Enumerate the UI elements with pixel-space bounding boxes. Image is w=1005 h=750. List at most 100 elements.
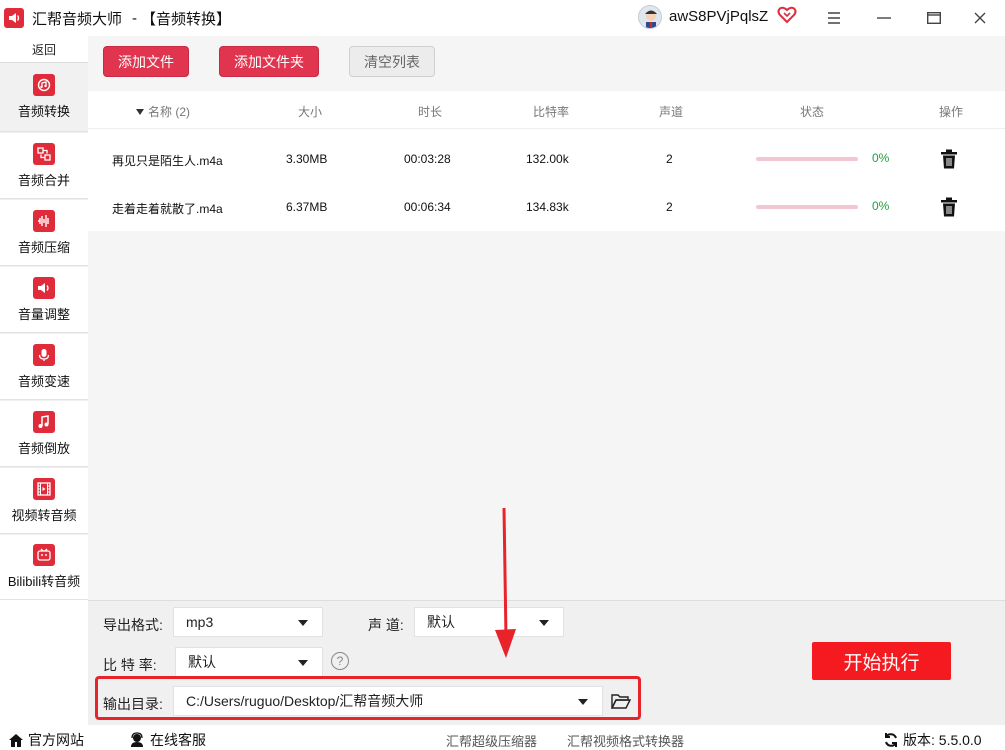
back-button[interactable]: 返回 xyxy=(0,36,88,63)
channel-label: 声 道: xyxy=(368,617,404,633)
minimize-icon[interactable] xyxy=(870,4,898,32)
official-site-link[interactable]: 官方网站 xyxy=(8,730,84,750)
username[interactable]: awS8PVjPqlsZ xyxy=(669,8,768,25)
sidebar: 返回 音频转换 音频合并 音频压缩 音量调整 音频变速 音频倒放 视频转音频 B… xyxy=(0,36,88,600)
annotation-highlight-box xyxy=(95,676,641,720)
file-name: 再见只是陌生人.m4a xyxy=(112,154,223,168)
bitrate-label: 比 特 率: xyxy=(103,657,157,673)
refresh-icon xyxy=(885,733,897,747)
trash-icon[interactable] xyxy=(940,149,958,169)
start-button[interactable]: 开始执行 xyxy=(812,642,951,680)
progress-percent: 0% xyxy=(872,151,890,165)
audio-compress-icon xyxy=(33,209,55,232)
file-channels: 2 xyxy=(666,200,673,214)
sidebar-item-audio-reverse[interactable]: 音频倒放 xyxy=(0,401,88,467)
sidebar-item-label: 视频转音频 xyxy=(11,507,77,523)
sidebar-item-audio-speed[interactable]: 音频变速 xyxy=(0,334,88,400)
trash-icon[interactable] xyxy=(940,197,958,217)
sort-caret-icon xyxy=(136,108,144,115)
sidebar-item-video-to-audio[interactable]: 视频转音频 xyxy=(0,468,88,534)
music-note-icon xyxy=(33,410,55,433)
column-header-duration: 时长 xyxy=(418,105,443,119)
audio-merge-icon xyxy=(33,142,55,165)
column-header-channels: 声道 xyxy=(659,105,684,119)
column-header-name-label: 名称 (2) xyxy=(148,105,191,119)
maximize-icon[interactable] xyxy=(920,4,948,32)
online-service-link[interactable]: 在线客服 xyxy=(129,730,206,750)
compressor-link[interactable]: 汇帮超级压缩器 xyxy=(446,731,537,750)
footer: 官方网站 在线客服 汇帮超级压缩器 汇帮视频格式转换器 版本: 5.5.0.0 xyxy=(0,725,1005,750)
version-label: 版本: 5.5.0.0 xyxy=(903,732,982,748)
support-agent-icon xyxy=(131,732,143,747)
channel-value: 默认 xyxy=(427,614,455,630)
sidebar-item-label: 音频压缩 xyxy=(17,239,70,255)
column-header-status: 状态 xyxy=(800,105,825,119)
format-select[interactable]: mp3 xyxy=(173,607,323,637)
sidebar-item-bilibili-to-audio[interactable]: Bilibili转音频 xyxy=(0,535,88,600)
file-size: 6.37MB xyxy=(286,200,328,214)
sidebar-item-audio-merge[interactable]: 音频合并 xyxy=(0,133,88,199)
file-bitrate: 132.00k xyxy=(526,152,569,166)
volume-icon xyxy=(33,276,55,299)
channel-select[interactable]: 默认 xyxy=(414,607,564,637)
table-row[interactable]: 走着走着就散了.m4a 6.37MB 00:06:34 134.83k 2 0% xyxy=(88,184,1005,232)
sidebar-item-label: 音频倒放 xyxy=(17,440,70,456)
official-site-label: 官方网站 xyxy=(28,732,84,748)
output-settings: 导出格式: mp3 声 道: 默认 比 特 率: 默认 ? 输出目录: C:/U… xyxy=(88,600,1005,725)
add-folder-button[interactable]: 添加文件夹 xyxy=(219,46,319,77)
bitrate-select[interactable]: 默认 xyxy=(175,647,323,677)
table-row[interactable]: 再见只是陌生人.m4a 3.30MB 00:03:28 132.00k 2 0% xyxy=(88,136,1005,184)
format-label: 导出格式: xyxy=(103,617,163,633)
table-header: 名称 (2) 大小 时长 比特率 声道 状态 操作 xyxy=(88,91,1005,129)
file-channels: 2 xyxy=(666,152,673,166)
audio-convert-icon xyxy=(33,74,55,96)
home-icon xyxy=(9,733,23,747)
annotation-arrow xyxy=(495,508,516,658)
page-title: 【音频转换】 xyxy=(141,10,232,28)
sidebar-item-audio-compress[interactable]: 音频压缩 xyxy=(0,200,88,266)
title-bar: 汇帮音频大师 - 【音频转换】 awS8PVjPqlsZ xyxy=(0,0,1005,36)
online-service-label: 在线客服 xyxy=(150,732,206,748)
progress-bar xyxy=(756,205,858,209)
column-header-bitrate: 比特率 xyxy=(533,105,570,119)
title-separator: - xyxy=(132,9,138,27)
sidebar-item-label: 音量调整 xyxy=(17,306,70,322)
progress-bar xyxy=(756,157,858,161)
file-name: 走着走着就散了.m4a xyxy=(112,202,223,216)
app-logo-icon xyxy=(4,8,24,28)
file-duration: 00:06:34 xyxy=(404,200,451,214)
file-size: 3.30MB xyxy=(286,152,328,166)
add-file-button[interactable]: 添加文件 xyxy=(103,46,189,77)
close-icon[interactable] xyxy=(966,4,994,32)
file-duration: 00:03:28 xyxy=(404,152,451,166)
help-icon[interactable]: ? xyxy=(331,652,349,670)
sidebar-item-volume[interactable]: 音量调整 xyxy=(0,267,88,333)
chevron-down-icon xyxy=(298,660,308,666)
sidebar-item-label: 音频转换 xyxy=(17,104,70,119)
avatar[interactable] xyxy=(638,5,662,29)
format-value: mp3 xyxy=(186,614,214,630)
film-icon xyxy=(33,477,55,500)
sidebar-item-label: Bilibili转音频 xyxy=(7,574,81,589)
column-header-action: 操作 xyxy=(939,105,964,119)
sidebar-item-label: 音频变速 xyxy=(17,373,70,389)
clear-list-button[interactable]: 清空列表 xyxy=(349,46,435,77)
tv-icon xyxy=(33,544,55,566)
version-info[interactable]: 版本: 5.5.0.0 xyxy=(883,730,982,750)
progress-percent: 0% xyxy=(872,199,890,213)
column-header-size: 大小 xyxy=(298,105,323,119)
bitrate-value: 默认 xyxy=(188,654,216,670)
chevron-down-icon xyxy=(298,620,308,626)
chevron-down-icon xyxy=(539,620,549,626)
menu-icon[interactable] xyxy=(820,4,848,32)
microphone-icon xyxy=(33,343,55,366)
file-table: 名称 (2) 大小 时长 比特率 声道 状态 操作 再见只是陌生人.m4a 3.… xyxy=(88,91,1005,231)
sidebar-item-label: 音频合并 xyxy=(17,172,70,188)
file-bitrate: 134.83k xyxy=(526,200,569,214)
app-title: 汇帮音频大师 xyxy=(32,10,123,28)
sidebar-item-audio-convert[interactable]: 音频转换 xyxy=(0,63,88,132)
video-converter-link[interactable]: 汇帮视频格式转换器 xyxy=(567,731,684,750)
main-panel: 添加文件 添加文件夹 清空列表 名称 (2) 大小 时长 比特率 声道 状态 操… xyxy=(88,36,1005,600)
vip-heart-icon[interactable] xyxy=(777,5,797,25)
column-header-name[interactable]: 名称 (2) xyxy=(136,103,190,120)
